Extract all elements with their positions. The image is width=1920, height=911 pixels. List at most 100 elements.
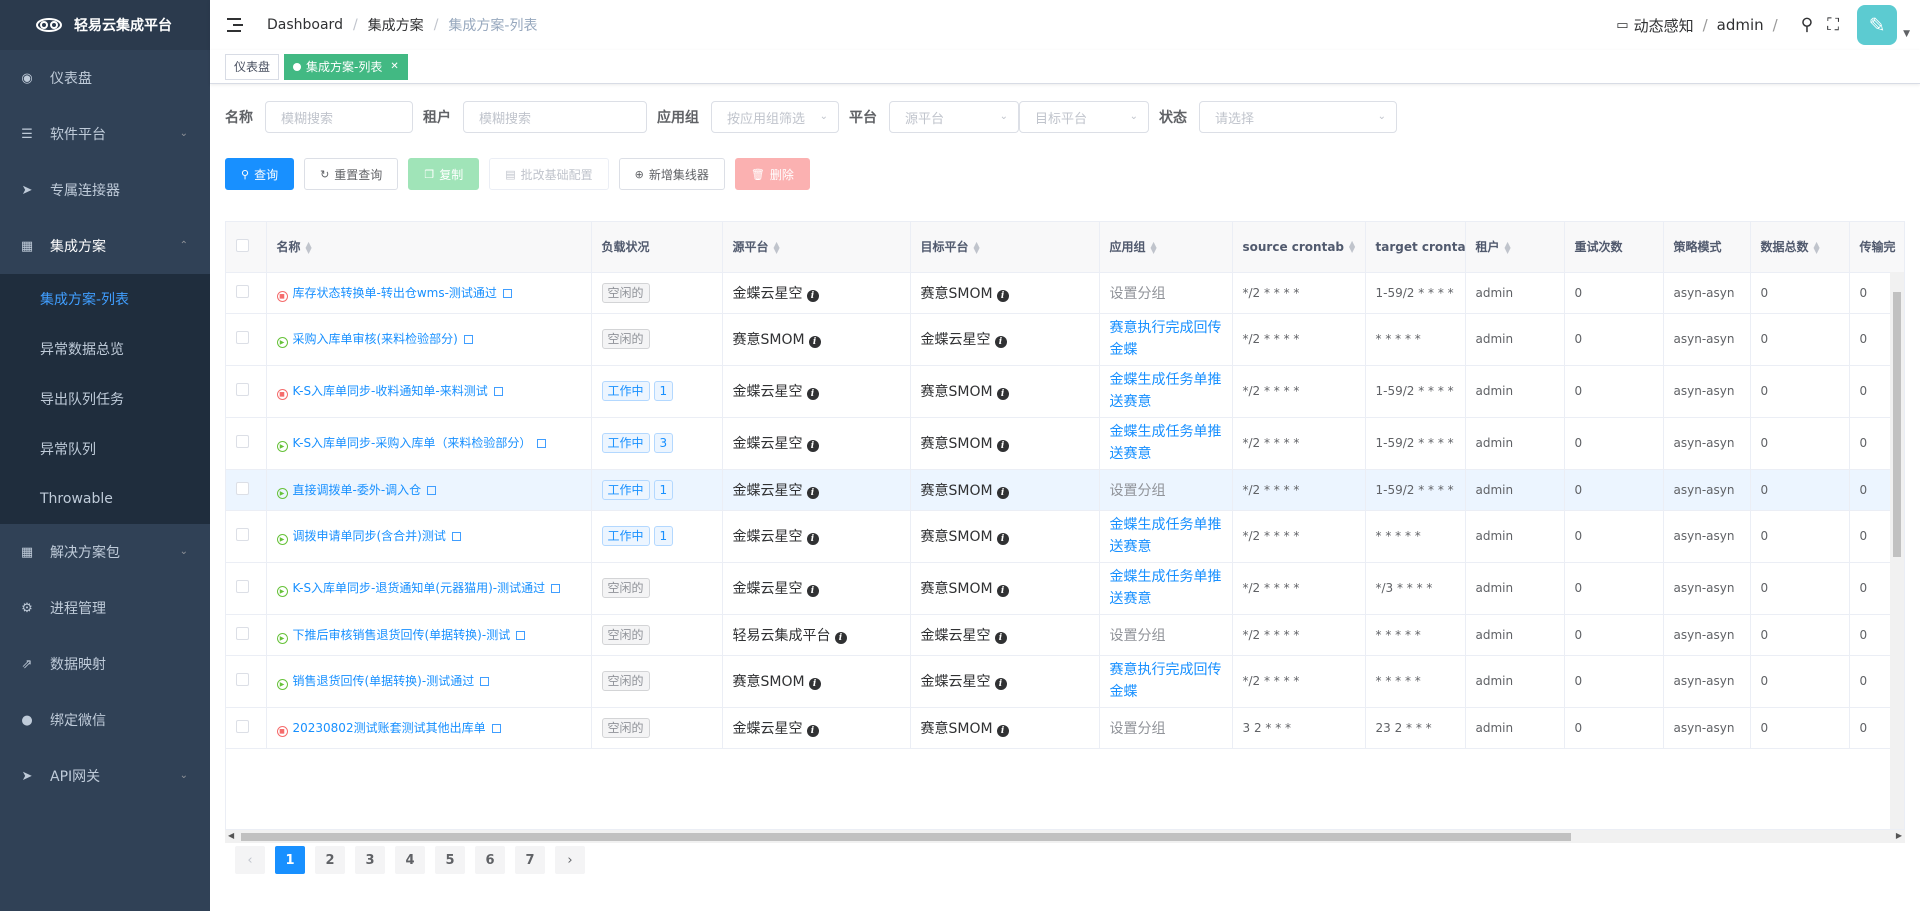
group-link[interactable]: 金蝶生成任务单推送赛意: [1110, 424, 1222, 462]
plan-name-link[interactable]: 下推后审核销售退货回传(单据转换)-测试: [293, 628, 511, 642]
table-row[interactable]: ■ K-S入库单同步-收料通知单-来料测试 工作中 1 金蝶云星空 i 赛意SMOM i 金蝶生…: [226, 365, 1904, 418]
username[interactable]: admin: [1717, 16, 1764, 34]
play-icon[interactable]: ▶: [276, 534, 288, 545]
group-link[interactable]: 金蝶生成任务单推送赛意: [1110, 569, 1222, 607]
stop-icon[interactable]: ■: [276, 290, 288, 302]
sort-icon[interactable]: ▲ ▼: [1151, 240, 1157, 254]
info-icon[interactable]: i: [994, 336, 1007, 348]
row-checkbox[interactable]: [236, 284, 249, 298]
sidebar-item-mapping[interactable]: ⇗ 数据映射: [0, 636, 210, 692]
sort-icon[interactable]: ▲ ▼: [1505, 240, 1511, 254]
group-link[interactable]: 设置分组: [1110, 628, 1166, 644]
group-link[interactable]: 设置分组: [1110, 721, 1166, 737]
info-icon[interactable]: i: [994, 678, 1007, 690]
row-checkbox[interactable]: [236, 481, 249, 495]
table-row[interactable]: ▶ 销售退货回传(单据转换)-测试通过 空闲的 赛意SMOM i 金蝶云星空 i 赛意执行完成…: [226, 655, 1904, 708]
query-button[interactable]: ⚲ 查询: [225, 158, 295, 190]
target-platform-select[interactable]: 目标平台 ⌄: [1019, 101, 1149, 133]
sort-icon[interactable]: ▲ ▼: [774, 240, 780, 254]
sidebar-item-solution-pack[interactable]: ▦ 解决方案包 ⌄: [0, 524, 210, 580]
stop-icon[interactable]: ■: [276, 389, 288, 400]
info-icon[interactable]: i: [994, 631, 1007, 644]
batch-config-button[interactable]: ▤ 批改基础配置: [489, 158, 609, 190]
sidebar-item-integration[interactable]: ▦ 集成方案 ⌃: [0, 218, 210, 274]
play-icon[interactable]: ▶: [276, 679, 288, 690]
group-link[interactable]: 金蝶生成任务单推送赛意: [1110, 517, 1222, 555]
plan-name-link[interactable]: 调拨申请单同步(含合并)测试: [293, 529, 446, 543]
sidebar-item-api-gateway[interactable]: ➤ API网关 ⌄: [0, 748, 210, 804]
next-page-button[interactable]: ›: [555, 846, 585, 874]
group-link[interactable]: 设置分组: [1110, 286, 1166, 302]
sidebar-subitem-export-queue[interactable]: 导出队列任务: [0, 374, 210, 424]
dynamic-awareness-link[interactable]: 动态感知: [1634, 15, 1694, 36]
tag-dashboard[interactable]: 仪表盘: [225, 53, 280, 80]
play-icon[interactable]: ▶: [276, 441, 288, 452]
row-checkbox[interactable]: [236, 331, 249, 344]
plan-name-link[interactable]: 库存状态转换单-转出仓wms-测试通过: [293, 286, 497, 300]
vertical-scrollbar[interactable]: [1890, 272, 1904, 842]
fullscreen-icon[interactable]: ⛶: [1827, 15, 1839, 35]
sidebar-subitem-exceptions[interactable]: 异常数据总览: [0, 324, 210, 374]
row-checkbox[interactable]: [236, 719, 249, 733]
info-icon[interactable]: i: [806, 289, 819, 302]
plan-name-link[interactable]: 20230802测试账套测试其他出库单: [293, 721, 486, 735]
scrollbar-thumb[interactable]: [1893, 292, 1901, 557]
table-row[interactable]: ▶ 直接调拨单-委外-调入仓 工作中 1 金蝶云星空 i 赛意SMOM i 设置分组 */2 * …: [226, 469, 1904, 511]
add-hub-button[interactable]: ⊕ 新增集线器: [618, 158, 725, 190]
sidebar-item-process[interactable]: ⚙ 进程管理: [0, 580, 210, 636]
scroll-right-icon[interactable]: ▶: [1896, 831, 1902, 840]
info-icon[interactable]: i: [806, 440, 819, 452]
select-all-checkbox[interactable]: [236, 238, 249, 252]
play-icon[interactable]: ▶: [276, 586, 288, 597]
breadcrumb-integration[interactable]: 集成方案: [368, 15, 424, 35]
group-link[interactable]: 金蝶生成任务单推送赛意: [1110, 372, 1222, 410]
table-row[interactable]: ▶ 下推后审核销售退货回传(单据转换)-测试 空闲的 轻易云集成平台 i 金蝶云星空 i 设置…: [226, 614, 1904, 656]
info-icon[interactable]: i: [996, 533, 1009, 545]
logo[interactable]: 轻易云集成平台: [0, 0, 210, 50]
column-header[interactable]: source crontab ▲ ▼: [1232, 222, 1366, 273]
page-button[interactable]: 4: [395, 846, 425, 874]
document-icon[interactable]: [491, 723, 501, 733]
column-header[interactable]: 目标平台 ▲ ▼: [910, 222, 1100, 273]
group-select[interactable]: 按应用组筛选 ⌄: [711, 101, 839, 133]
plan-name-link[interactable]: 采购入库单审核(来料检验部分): [293, 332, 458, 346]
play-icon[interactable]: ▶: [276, 337, 288, 348]
document-icon[interactable]: [493, 387, 503, 396]
name-search-input[interactable]: 模糊搜索: [265, 101, 413, 133]
plan-name-link[interactable]: 销售退货回传(单据转换)-测试通过: [293, 674, 475, 688]
info-icon[interactable]: i: [996, 289, 1009, 302]
group-link[interactable]: 赛意执行完成回传金蝶: [1110, 662, 1222, 700]
group-link[interactable]: 赛意执行完成回传金蝶: [1110, 320, 1222, 358]
info-icon[interactable]: i: [806, 486, 819, 499]
info-icon[interactable]: i: [834, 631, 847, 644]
page-button[interactable]: 5: [435, 846, 465, 874]
avatar[interactable]: ✎: [1857, 5, 1898, 45]
sort-icon[interactable]: ▲ ▼: [974, 240, 980, 254]
page-button[interactable]: 1: [275, 846, 305, 874]
reset-button[interactable]: ↻ 重置查询: [304, 158, 399, 190]
row-checkbox[interactable]: [236, 435, 249, 448]
row-checkbox[interactable]: [236, 528, 249, 541]
column-header[interactable]: target crontab▲▼: [1365, 222, 1466, 273]
sidebar-subitem-list[interactable]: 集成方案-列表: [0, 274, 210, 324]
plan-name-link[interactable]: K-S入库单同步-退货通知单(元器猫用)-测试通过: [293, 581, 546, 595]
document-icon[interactable]: [480, 677, 490, 686]
document-icon[interactable]: [537, 439, 547, 448]
document-icon[interactable]: [502, 288, 512, 298]
play-icon[interactable]: ▶: [276, 632, 288, 644]
row-checkbox[interactable]: [236, 383, 249, 396]
horizontal-scrollbar[interactable]: ◀ ▶: [225, 829, 1905, 843]
sort-icon[interactable]: ▲ ▼: [1814, 240, 1820, 254]
tenant-search-input[interactable]: 模糊搜索: [463, 101, 647, 133]
info-icon[interactable]: i: [808, 336, 821, 348]
table-row[interactable]: ■ 20230802测试账套测试其他出库单 空闲的 金蝶云星空 i 赛意SMOM i 设置分组…: [226, 707, 1904, 749]
sort-icon[interactable]: ▲ ▼: [1349, 240, 1355, 254]
row-checkbox[interactable]: [236, 673, 249, 686]
info-icon[interactable]: i: [806, 724, 819, 737]
table-row[interactable]: ■ 库存状态转换单-转出仓wms-测试通过 空闲的 金蝶云星空 i 赛意SMOM i 设置分组…: [226, 272, 1904, 314]
document-icon[interactable]: [451, 532, 461, 541]
column-header[interactable]: 名称 ▲ ▼: [266, 222, 592, 273]
tag-current[interactable]: 集成方案-列表 ✕: [284, 53, 408, 80]
source-platform-select[interactable]: 源平台 ⌄: [889, 101, 1019, 133]
prev-page-button[interactable]: ‹: [235, 846, 265, 874]
